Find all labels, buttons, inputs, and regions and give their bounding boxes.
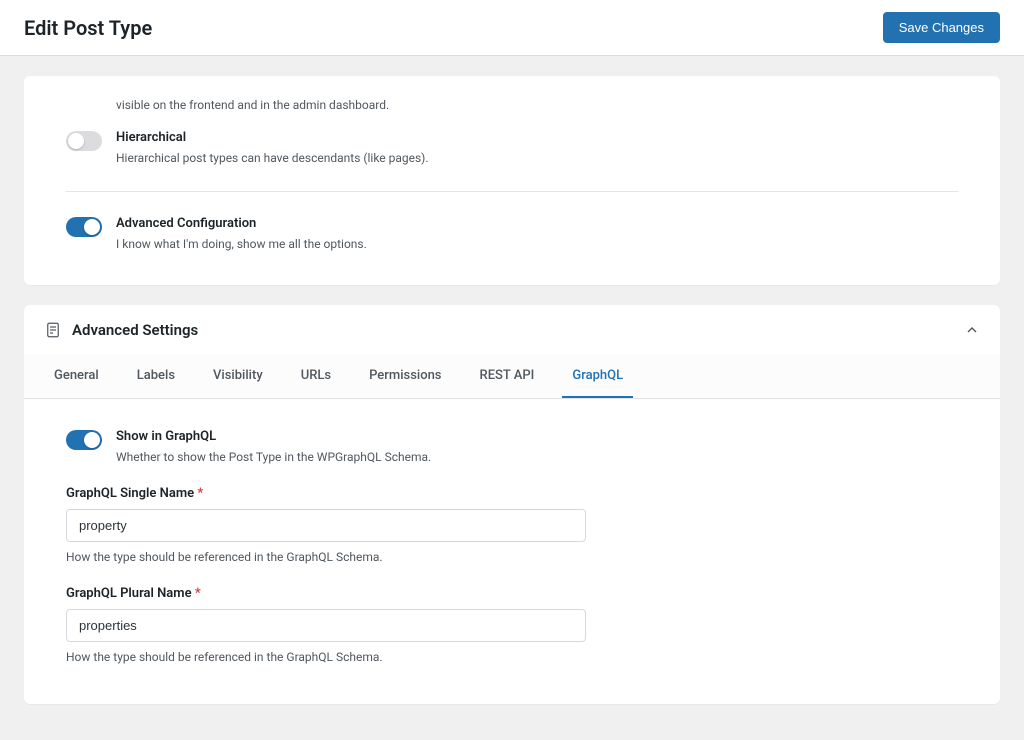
- required-indicator: *: [197, 486, 203, 501]
- basic-settings-card: visible on the frontend and in the admin…: [24, 76, 1000, 285]
- show-in-graphql-toggle[interactable]: [66, 430, 102, 450]
- partial-desc: visible on the frontend and in the admin…: [116, 96, 958, 114]
- advanced-settings-card: Advanced Settings General Labels Visibil…: [24, 305, 1000, 704]
- tab-visibility[interactable]: Visibility: [203, 355, 273, 398]
- graphql-single-name-field: GraphQL Single Name * How the type shoul…: [66, 486, 958, 564]
- advanced-config-label: Advanced Configuration: [116, 216, 367, 231]
- show-in-graphql-desc: Whether to show the Post Type in the WPG…: [116, 448, 431, 466]
- advanced-settings-header[interactable]: Advanced Settings: [24, 305, 1000, 355]
- document-icon: [44, 321, 62, 339]
- top-bar: Edit Post Type Save Changes: [0, 0, 1024, 56]
- tab-rest-api[interactable]: REST API: [470, 355, 545, 398]
- graphql-plural-name-field: GraphQL Plural Name * How the type shoul…: [66, 586, 958, 664]
- advanced-config-row: Advanced Configuration I know what I'm d…: [66, 216, 958, 253]
- page-title: Edit Post Type: [24, 16, 152, 40]
- graphql-single-name-help: How the type should be referenced in the…: [66, 550, 958, 564]
- hierarchical-toggle[interactable]: [66, 131, 102, 151]
- hierarchical-label: Hierarchical: [116, 130, 429, 145]
- graphql-plural-name-help: How the type should be referenced in the…: [66, 650, 958, 664]
- chevron-up-icon: [964, 322, 980, 338]
- show-in-graphql-label: Show in GraphQL: [116, 429, 431, 444]
- advanced-config-desc: I know what I'm doing, show me all the o…: [116, 235, 367, 253]
- required-indicator: *: [195, 586, 201, 601]
- tab-graphql[interactable]: GraphQL: [562, 355, 633, 398]
- graphql-plural-name-label: GraphQL Plural Name *: [66, 586, 958, 601]
- hierarchical-desc: Hierarchical post types can have descend…: [116, 149, 429, 167]
- graphql-plural-name-label-text: GraphQL Plural Name: [66, 586, 192, 601]
- advanced-config-toggle[interactable]: [66, 217, 102, 237]
- tab-general[interactable]: General: [44, 355, 109, 398]
- save-changes-button[interactable]: Save Changes: [883, 12, 1000, 43]
- tab-urls[interactable]: URLs: [291, 355, 341, 398]
- advanced-settings-title: Advanced Settings: [72, 321, 198, 339]
- hierarchical-row: Hierarchical Hierarchical post types can…: [66, 130, 958, 167]
- tab-permissions[interactable]: Permissions: [359, 355, 451, 398]
- tab-labels[interactable]: Labels: [127, 355, 185, 398]
- graphql-single-name-label-text: GraphQL Single Name: [66, 486, 194, 501]
- tabs: General Labels Visibility URLs Permissio…: [24, 355, 1000, 399]
- show-in-graphql-row: Show in GraphQL Whether to show the Post…: [66, 429, 958, 466]
- graphql-panel: Show in GraphQL Whether to show the Post…: [24, 399, 1000, 704]
- graphql-single-name-input[interactable]: [66, 509, 586, 542]
- graphql-single-name-label: GraphQL Single Name *: [66, 486, 958, 501]
- divider: [66, 191, 958, 192]
- graphql-plural-name-input[interactable]: [66, 609, 586, 642]
